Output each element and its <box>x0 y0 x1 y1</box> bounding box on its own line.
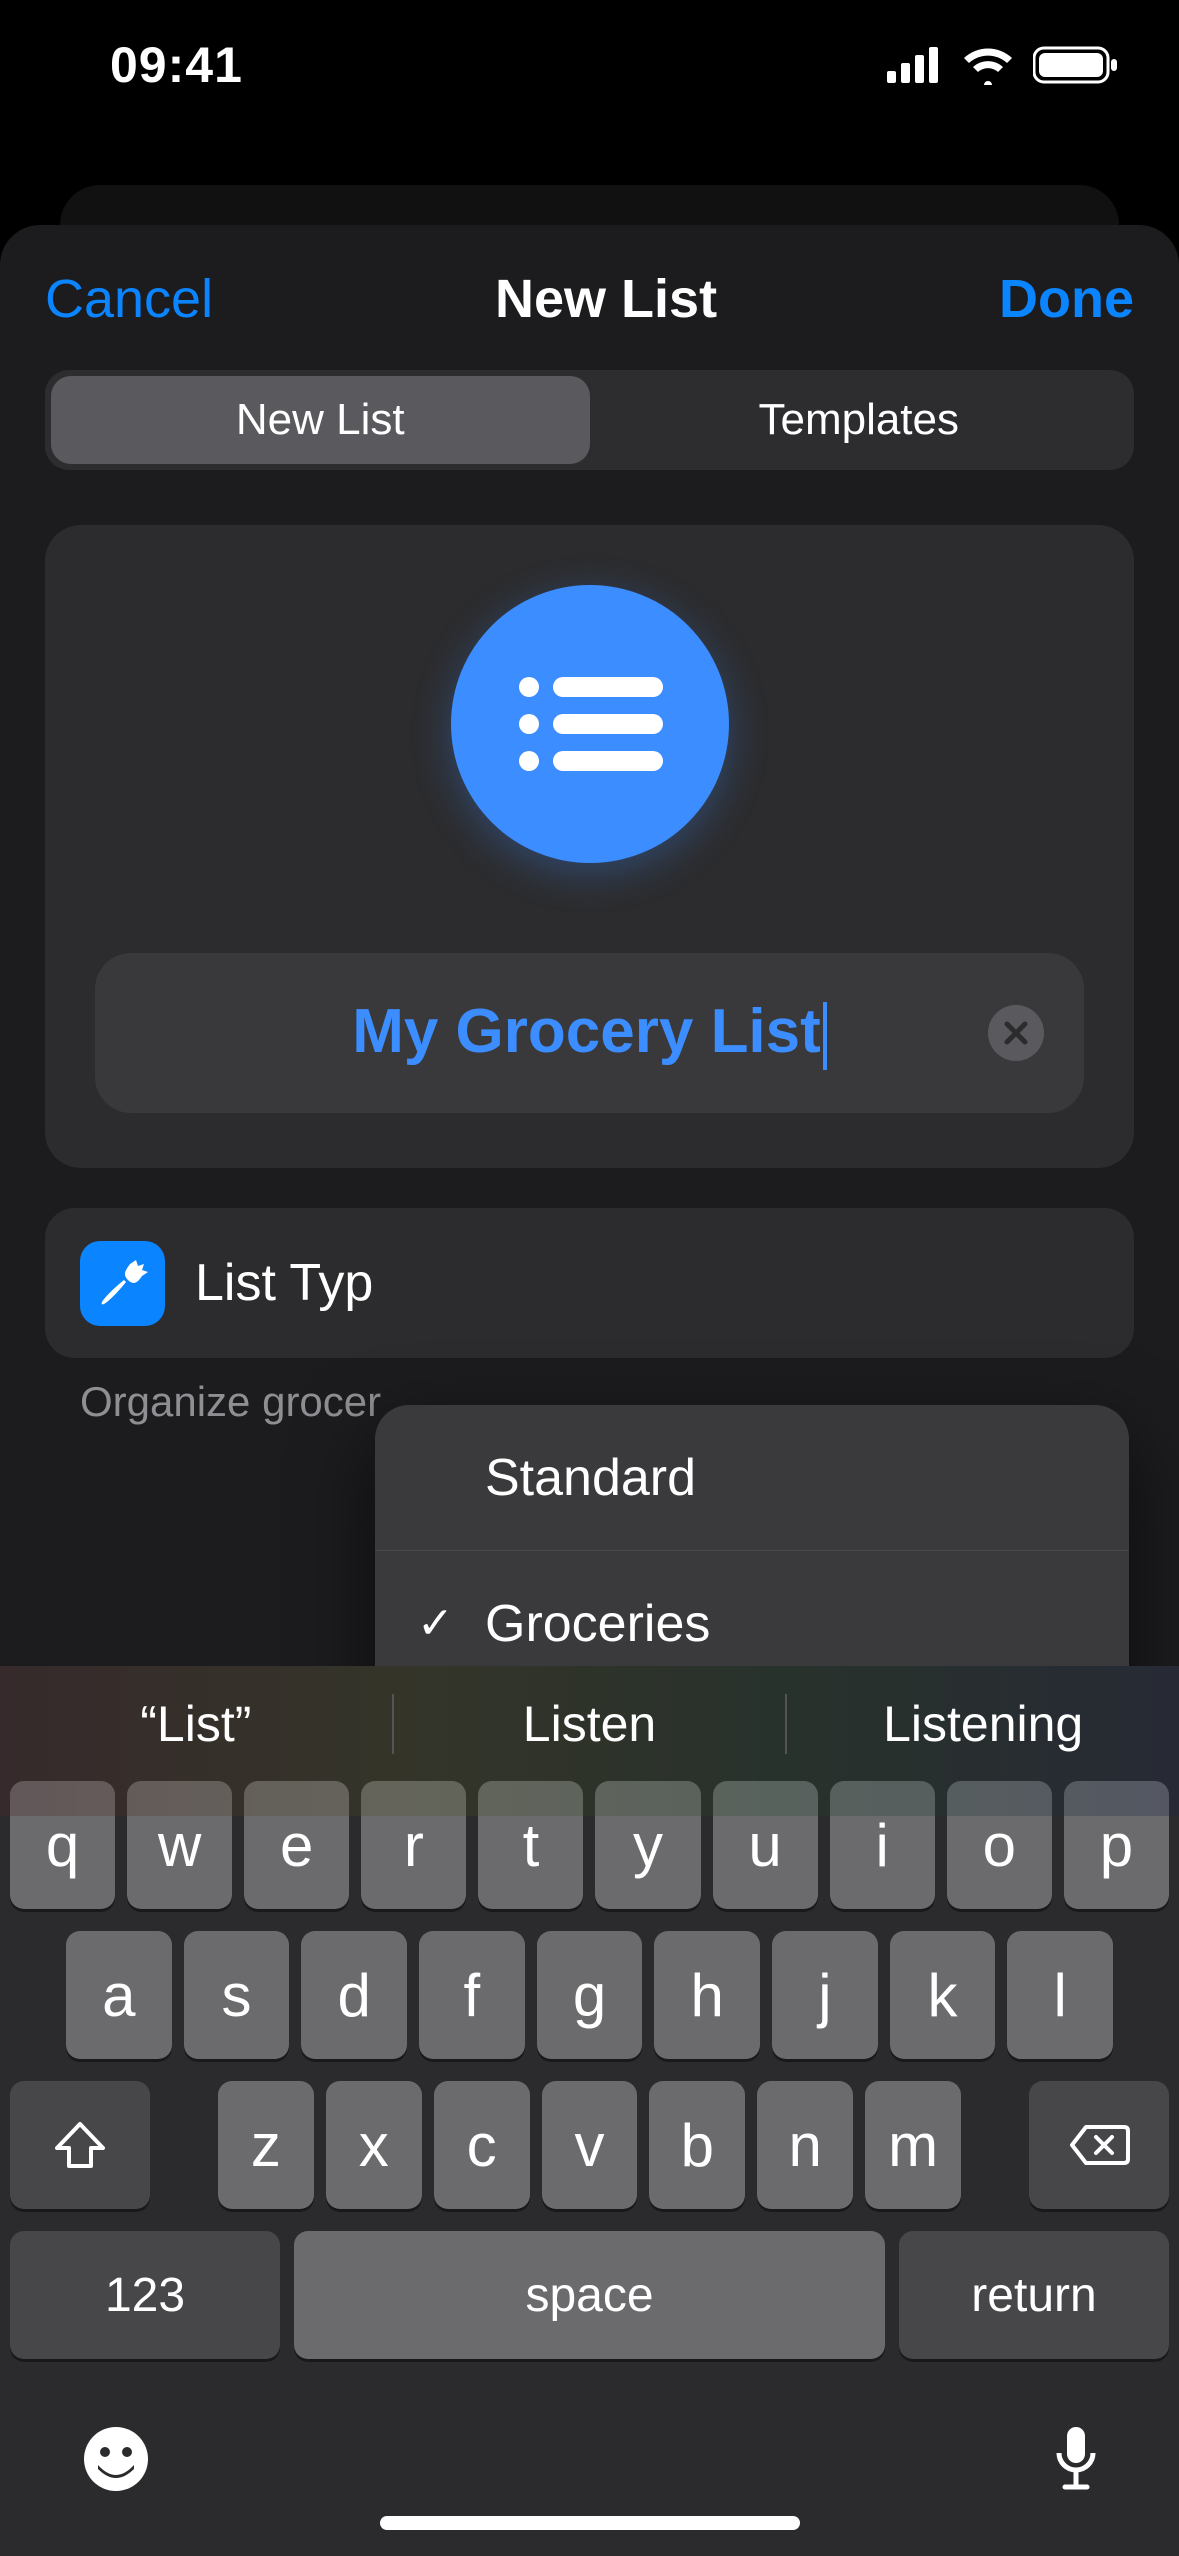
key-s[interactable]: s <box>184 1931 290 2059</box>
key-z[interactable]: z <box>218 2081 314 2209</box>
emoji-button[interactable] <box>80 2423 152 2500</box>
shift-icon <box>53 2120 107 2170</box>
list-name-input[interactable]: My Grocery List <box>95 953 1084 1113</box>
key-n[interactable]: n <box>757 2081 853 2209</box>
key-spacer <box>162 2081 206 2209</box>
key-row-2: a s d f g h j k l <box>0 1931 1179 2059</box>
battery-icon <box>1033 45 1119 85</box>
menu-item-label: Standard <box>485 1448 696 1508</box>
key-f[interactable]: f <box>419 1931 525 2059</box>
home-indicator[interactable] <box>380 2516 800 2530</box>
key-d[interactable]: d <box>301 1931 407 2059</box>
key-m[interactable]: m <box>865 2081 961 2209</box>
carrot-icon <box>98 1258 148 1308</box>
segmented-control[interactable]: New List Templates <box>45 370 1134 470</box>
status-icons <box>887 45 1119 85</box>
key-k[interactable]: k <box>890 1931 996 2059</box>
list-color-icon-button[interactable] <box>451 585 729 863</box>
key-c[interactable]: c <box>434 2081 530 2209</box>
key-row-4: 123 space return <box>0 2231 1179 2359</box>
suggestion-2[interactable]: Listen <box>394 1695 786 1753</box>
key-b[interactable]: b <box>649 2081 745 2209</box>
checkmark-icon: ✓ <box>417 1598 454 1649</box>
list-type-row[interactable]: List Typ <box>45 1208 1134 1358</box>
done-button[interactable]: Done <box>999 268 1134 330</box>
key-spacer <box>973 2081 1017 2209</box>
key-x[interactable]: x <box>326 2081 422 2209</box>
key-h[interactable]: h <box>654 1931 760 2059</box>
cellular-icon <box>887 47 943 83</box>
backspace-icon <box>1068 2123 1130 2167</box>
sheet-title: New List <box>495 268 717 330</box>
status-bar: 09:41 <box>0 0 1179 130</box>
menu-item-standard[interactable]: Standard <box>375 1405 1129 1551</box>
key-l[interactable]: l <box>1007 1931 1113 2059</box>
suggestion-3[interactable]: Listening <box>787 1695 1179 1753</box>
key-return[interactable]: return <box>899 2231 1169 2359</box>
mic-icon <box>1053 2423 1099 2495</box>
key-row-3: z x c v b n m <box>0 2081 1179 2209</box>
clear-text-button[interactable] <box>988 1005 1044 1061</box>
carrot-icon-badge <box>80 1241 165 1326</box>
menu-item-label: Groceries <box>485 1594 710 1654</box>
key-space[interactable]: space <box>294 2231 885 2359</box>
key-shift[interactable] <box>10 2081 150 2209</box>
emoji-icon <box>80 2423 152 2495</box>
close-icon <box>1003 1020 1029 1046</box>
list-bullet-icon <box>515 669 665 779</box>
nav-bar: Cancel New List Done <box>0 253 1179 370</box>
key-v[interactable]: v <box>542 2081 638 2209</box>
text-cursor <box>823 1002 827 1070</box>
wifi-icon <box>961 45 1015 85</box>
keyboard: “List” Listen Listening q w e r t y u i … <box>0 1666 1179 2556</box>
list-name-value: My Grocery List <box>352 996 827 1070</box>
cancel-button[interactable]: Cancel <box>45 268 213 330</box>
key-a[interactable]: a <box>66 1931 172 2059</box>
seg-templates[interactable]: Templates <box>590 376 1129 464</box>
suggestion-1[interactable]: “List” <box>0 1695 392 1753</box>
dictation-button[interactable] <box>1053 2423 1099 2500</box>
status-time: 09:41 <box>110 36 243 94</box>
key-123[interactable]: 123 <box>10 2231 280 2359</box>
key-j[interactable]: j <box>772 1931 878 2059</box>
list-type-label: List Typ <box>195 1253 373 1313</box>
key-backspace[interactable] <box>1029 2081 1169 2209</box>
seg-new-list[interactable]: New List <box>51 376 590 464</box>
list-name-card: My Grocery List <box>45 525 1134 1168</box>
suggestion-bar: “List” Listen Listening <box>0 1666 1179 1781</box>
key-g[interactable]: g <box>537 1931 643 2059</box>
